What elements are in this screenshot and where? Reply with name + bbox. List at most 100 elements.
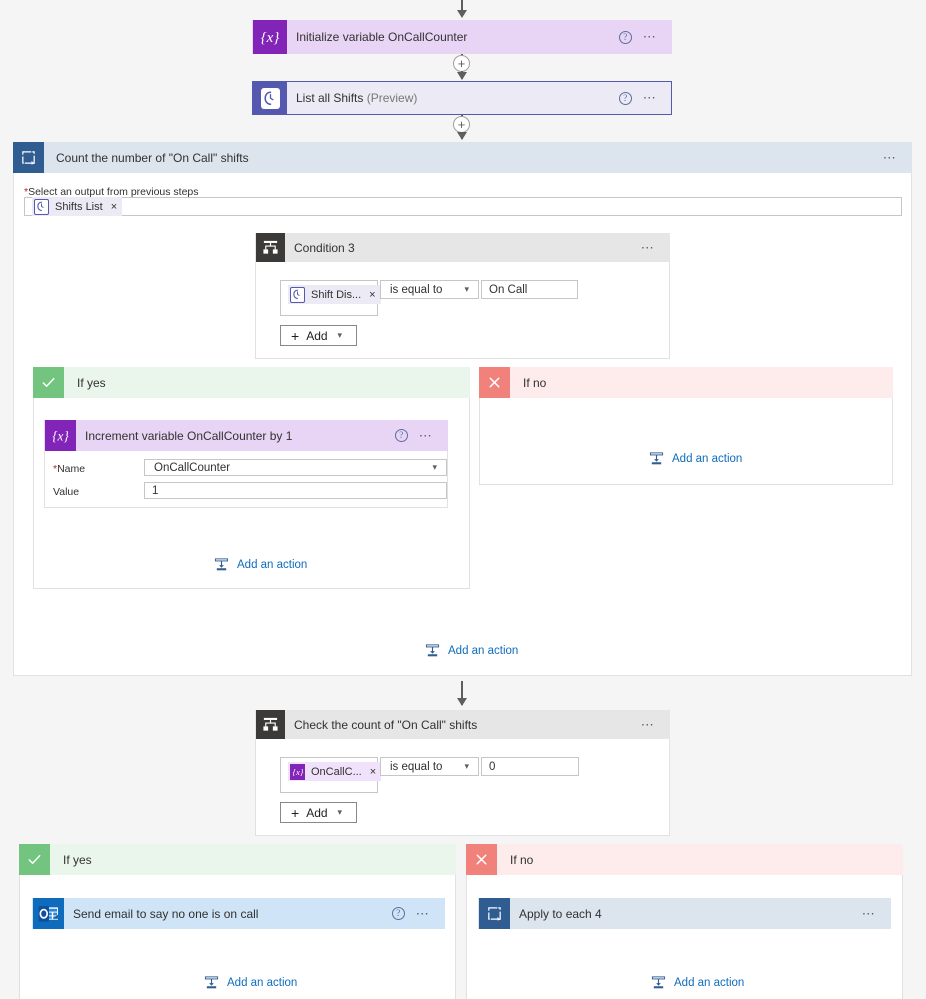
scope-menu[interactable]: ⋯ bbox=[883, 151, 912, 165]
name-field-select[interactable]: OnCallCounter ▾ bbox=[144, 459, 447, 476]
more-menu-icon[interactable]: ⋯ bbox=[883, 150, 898, 165]
close-icon[interactable]: × bbox=[369, 289, 375, 301]
condition-right-operand-value: On Call bbox=[489, 283, 528, 296]
condition-glyph bbox=[263, 240, 278, 254]
action-title: List all Shifts (Preview) bbox=[287, 91, 619, 105]
variable-braces-icon-svg: {x} bbox=[261, 30, 280, 46]
variable-braces-icon-svg: {x} bbox=[52, 428, 69, 443]
token-chip-oncallcounter[interactable]: {x} OnCallC... × bbox=[288, 762, 382, 781]
condition-title: Check the count of "On Call" shifts bbox=[294, 717, 478, 732]
condition-menu[interactable]: ⋯ bbox=[641, 241, 669, 254]
add-action-label: Add an action bbox=[672, 452, 743, 465]
action-card-initialize-variable[interactable]: {x} Initialize variable OnCallCounter ? … bbox=[252, 20, 672, 54]
svg-text:{x}: {x} bbox=[292, 767, 303, 777]
branch-label: If yes bbox=[63, 852, 92, 867]
plus-icon: + bbox=[291, 804, 300, 821]
branch-label: If no bbox=[510, 852, 534, 867]
variable-braces-icon: {x} bbox=[253, 20, 287, 54]
add-action-icon bbox=[204, 976, 219, 989]
token-chip-label: OnCallC... bbox=[311, 765, 362, 778]
connector-arrow bbox=[457, 72, 467, 80]
action-title-suffix: (Preview) bbox=[366, 91, 418, 105]
more-menu-icon[interactable]: ⋯ bbox=[643, 91, 658, 104]
condition-header-condition-3[interactable]: Condition 3 ⋯ bbox=[255, 233, 670, 262]
condition2-operator-value: is equal to bbox=[390, 760, 443, 773]
condition2-left-operand-field[interactable]: {x} OnCallC... × bbox=[280, 757, 382, 793]
action-title: Apply to each 4 bbox=[519, 906, 602, 921]
condition-right-operand-input[interactable]: On Call bbox=[481, 280, 578, 299]
insert-step-button[interactable]: + bbox=[453, 55, 470, 72]
connector-arrow bbox=[457, 10, 467, 18]
chevron-down-icon: ▾ bbox=[464, 284, 469, 294]
action-card-send-email[interactable]: Send email to say no one is on call ? ⋯ bbox=[32, 898, 445, 929]
clock-glyph bbox=[293, 289, 300, 300]
condition-operator-select[interactable]: is equal to ▾ bbox=[380, 280, 479, 299]
help-icon[interactable]: ? bbox=[618, 91, 632, 105]
flow-designer-canvas: {x} Initialize variable OnCallCounter ? … bbox=[0, 0, 926, 999]
value-field-label: Value bbox=[53, 486, 80, 498]
plus-icon: + bbox=[291, 327, 300, 344]
help-icon[interactable]: ? bbox=[618, 30, 632, 44]
condition-add-button[interactable]: + Add ▾ bbox=[280, 325, 357, 346]
insert-step-button[interactable]: + bbox=[453, 116, 470, 133]
more-menu-icon[interactable]: ⋯ bbox=[641, 241, 656, 254]
token-chip-shift-display[interactable]: Shift Dis... × bbox=[288, 285, 381, 304]
scope-header-count-on-call-shifts[interactable]: Count the number of "On Call" shifts ⋯ bbox=[13, 142, 912, 173]
cross-icon bbox=[479, 367, 510, 398]
more-menu-icon[interactable]: ⋯ bbox=[419, 429, 434, 442]
add-action-link-if-yes-2[interactable]: Add an action bbox=[204, 975, 297, 990]
condition-title: Condition 3 bbox=[294, 240, 355, 255]
action-card-controls: ? ⋯ bbox=[618, 91, 671, 105]
action-card-controls: ? ⋯ bbox=[391, 907, 444, 920]
cross-icon bbox=[466, 844, 497, 875]
token-chip-label: Shift Dis... bbox=[311, 288, 362, 301]
name-field-label: *Name bbox=[53, 463, 85, 475]
teams-shifts-clock-icon-inner bbox=[260, 87, 280, 109]
name-field-label-text: Name bbox=[57, 463, 86, 475]
add-action-link-if-no-1[interactable]: Add an action bbox=[649, 451, 742, 466]
apply-to-each-loop-icon bbox=[479, 898, 510, 929]
name-field-value: OnCallCounter bbox=[154, 461, 231, 474]
add-action-label: Add an action bbox=[674, 976, 745, 989]
action-card-apply-to-each-4[interactable]: Apply to each 4 ⋯ bbox=[478, 898, 891, 929]
condition2-add-button[interactable]: + Add ▾ bbox=[280, 802, 357, 823]
connector-arrow bbox=[457, 132, 467, 140]
add-action-link-if-no-2[interactable]: Add an action bbox=[651, 975, 744, 990]
more-menu-icon[interactable]: ⋯ bbox=[862, 907, 877, 920]
condition2-right-operand-input[interactable]: 0 bbox=[481, 757, 579, 776]
condition-left-operand-field[interactable]: Shift Dis... × bbox=[280, 280, 381, 316]
action-card-controls: ⋯ bbox=[862, 907, 890, 920]
action-card-increment-variable[interactable]: {x} Increment variable OnCallCounter by … bbox=[44, 420, 448, 451]
close-icon[interactable]: × bbox=[111, 201, 117, 213]
chevron-down-icon: ▾ bbox=[337, 330, 343, 340]
branch-header-if-yes-2: If yes bbox=[19, 844, 456, 875]
action-title: Increment variable OnCallCounter by 1 bbox=[85, 428, 293, 443]
token-chip-label: Shifts List bbox=[55, 200, 103, 213]
condition-branch-icon bbox=[256, 710, 285, 739]
more-menu-icon[interactable]: ⋯ bbox=[416, 907, 431, 920]
add-action-link-scope[interactable]: Add an action bbox=[425, 643, 518, 658]
more-menu-icon[interactable]: ⋯ bbox=[643, 30, 658, 43]
add-action-link-if-yes-1[interactable]: Add an action bbox=[214, 557, 307, 572]
action-card-list-all-shifts[interactable]: List all Shifts (Preview) ? ⋯ bbox=[252, 81, 672, 115]
help-icon[interactable]: ? bbox=[394, 429, 408, 442]
branch-label: If yes bbox=[77, 375, 106, 390]
token-chip-shifts-list[interactable]: Shifts List × bbox=[32, 197, 123, 216]
scope-output-input[interactable]: Shifts List × bbox=[24, 197, 902, 216]
help-icon[interactable]: ? bbox=[391, 907, 405, 920]
cross-glyph bbox=[489, 377, 500, 388]
action-card-controls: ? ⋯ bbox=[394, 429, 447, 442]
condition-glyph bbox=[263, 717, 278, 731]
condition2-operator-select[interactable]: is equal to ▾ bbox=[380, 757, 479, 776]
svg-text:{x}: {x} bbox=[52, 428, 69, 443]
condition-header-check-count[interactable]: Check the count of "On Call" shifts ⋯ bbox=[255, 710, 670, 739]
add-action-icon bbox=[649, 452, 664, 465]
checkmark-icon bbox=[19, 844, 50, 875]
condition-menu[interactable]: ⋯ bbox=[641, 718, 669, 731]
clock-glyph bbox=[37, 201, 44, 212]
close-icon[interactable]: × bbox=[370, 766, 376, 778]
add-action-icon bbox=[214, 558, 229, 571]
value-field-input[interactable]: 1 bbox=[144, 482, 447, 499]
more-menu-icon[interactable]: ⋯ bbox=[641, 718, 656, 731]
condition-add-label: Add bbox=[306, 328, 328, 343]
